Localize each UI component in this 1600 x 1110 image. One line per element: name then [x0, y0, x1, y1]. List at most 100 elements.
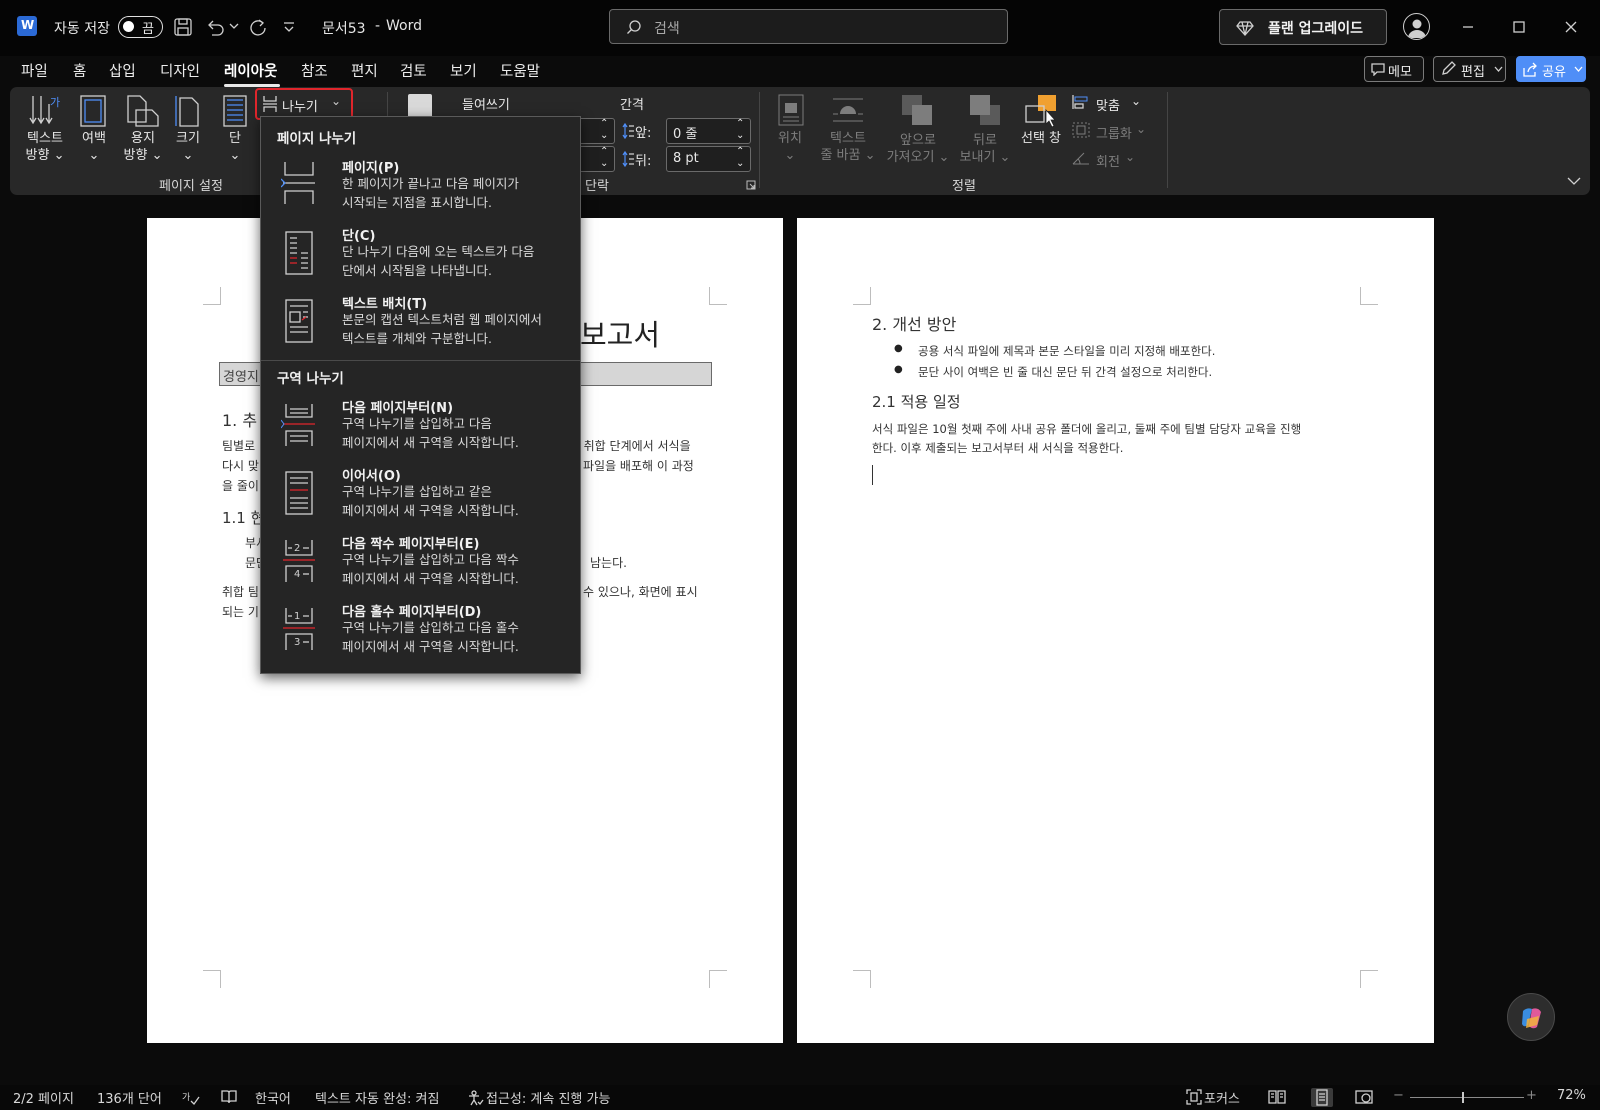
- columns-text: 단: [229, 131, 241, 146]
- document-page-2[interactable]: [797, 218, 1434, 1043]
- crop-mark: [1360, 970, 1378, 988]
- web-layout-icon[interactable]: [1355, 1089, 1373, 1105]
- text-direction-label[interactable]: 텍스트 방향 ⌄: [22, 130, 68, 164]
- zoom-out-button[interactable]: −: [1393, 1088, 1404, 1103]
- upgrade-plan-button[interactable]: 플랜 업그레이드: [1219, 9, 1387, 45]
- search-box[interactable]: 검색: [609, 9, 1008, 44]
- focus-label[interactable]: 포커스: [1204, 1088, 1240, 1107]
- collapse-ribbon-icon[interactable]: [1567, 176, 1581, 186]
- tab-home[interactable]: 홈: [73, 60, 86, 81]
- zoom-level[interactable]: 72%: [1557, 1088, 1586, 1103]
- share-button[interactable]: 공유: [1516, 56, 1586, 82]
- save-icon[interactable]: [173, 17, 193, 37]
- tab-review[interactable]: 검토: [400, 60, 427, 81]
- next-page-section-item[interactable]: 다음 페이지부터(N) 구역 나누기를 삽입하고 다음 페이지에서 새 구역을 시…: [261, 393, 580, 459]
- space-after-field[interactable]: 8 pt ⌃ ⌄: [666, 146, 751, 172]
- book-icon[interactable]: [221, 1089, 237, 1105]
- continuous-section-item[interactable]: 이어서(O) 구역 나누기를 삽입하고 같은 페이지에서 새 구역을 시작합니다.: [261, 461, 580, 527]
- tab-help[interactable]: 도움말: [500, 60, 540, 81]
- size-label[interactable]: 크기 ⌄: [170, 130, 206, 164]
- zoom-slider-thumb[interactable]: [1462, 1092, 1464, 1103]
- chevron-down-icon: [1494, 66, 1503, 73]
- even-page-section-item[interactable]: 24 다음 짝수 페이지부터(E) 구역 나누기를 삽입하고 다음 짝수 페이지에…: [261, 529, 580, 595]
- column-break-item[interactable]: 단(C) 단 나누기 다음에 오는 텍스트가 다음 단에서 시작됨을 나타냅니다.: [261, 221, 580, 287]
- text-wrapping-desc: 본문의 캡션 텍스트처럼 웹 페이지에서 텍스트를 개체와 구분합니다.: [342, 311, 542, 348]
- upgrade-label: 플랜 업그레이드: [1268, 21, 1364, 37]
- customize-toolbar-icon[interactable]: [282, 20, 296, 34]
- page-count[interactable]: 2/2 페이지: [13, 1088, 74, 1107]
- page-size-icon[interactable]: [174, 94, 202, 128]
- dialog-launcher-icon[interactable]: [746, 180, 756, 190]
- maximize-icon[interactable]: [1511, 19, 1527, 35]
- language-status[interactable]: 한국어: [255, 1088, 291, 1107]
- margins-chevron: ⌄: [88, 148, 100, 163]
- print-layout-icon[interactable]: [1311, 1088, 1333, 1107]
- proofing-icon[interactable]: 가: [182, 1089, 200, 1105]
- tab-mailings[interactable]: 편지: [351, 60, 378, 81]
- redo-icon[interactable]: [248, 17, 268, 37]
- accessibility-status[interactable]: 접근성: 계속 진행 가능: [486, 1088, 610, 1107]
- text-cursor: [872, 465, 873, 485]
- continuous-title: 이어서(O): [342, 469, 401, 484]
- page-breaks-header: 페이지 나누기: [277, 131, 357, 147]
- tab-layout[interactable]: 레이아웃: [224, 60, 277, 81]
- columns-icon[interactable]: [223, 94, 247, 128]
- copilot-button[interactable]: [1507, 993, 1555, 1041]
- zoom-in-button[interactable]: +: [1526, 1088, 1537, 1103]
- text-wrapping-break-item[interactable]: 텍스트 배치(T) 본문의 캡션 텍스트처럼 웹 페이지에서 텍스트를 개체와 구…: [261, 289, 580, 355]
- account-avatar[interactable]: [1403, 13, 1430, 40]
- odd-page-section-item[interactable]: 13 다음 홀수 페이지부터(D) 구역 나누기를 삽입하고 다음 홀수 페이지에…: [261, 597, 580, 663]
- body-line: 되는 기: [222, 605, 259, 619]
- text-prediction-status[interactable]: 텍스트 자동 완성: 켜짐: [315, 1088, 439, 1107]
- heading-2-1: 2.1 적용 일정: [872, 393, 961, 411]
- orientation-icon[interactable]: [126, 94, 160, 128]
- zoom-slider-track[interactable]: [1410, 1097, 1524, 1098]
- tab-design[interactable]: 디자인: [160, 60, 200, 81]
- menu-divider: [261, 360, 580, 361]
- odd-page-title: 다음 홀수 페이지부터(D): [342, 605, 482, 620]
- tab-view[interactable]: 보기: [450, 60, 477, 81]
- body-line: 수 있으나, 화면에 표시: [583, 585, 698, 599]
- memo-button[interactable]: 메모: [1364, 56, 1424, 82]
- minimize-icon[interactable]: [1460, 19, 1476, 35]
- tab-references[interactable]: 참조: [301, 60, 328, 81]
- indent-left-spinner[interactable]: ⌃ ⌄: [575, 118, 615, 144]
- body-line: 을 줄이: [222, 479, 259, 493]
- orientation-label[interactable]: 용지 방향 ⌄: [121, 130, 165, 164]
- indent-right-spinner[interactable]: ⌃ ⌄: [575, 146, 615, 172]
- undo-dropdown-icon[interactable]: [229, 22, 239, 30]
- crop-mark: [203, 970, 221, 988]
- chevron-down-icon[interactable]: ⌄: [1131, 94, 1141, 108]
- body-line: 한다. 이후 제출되는 보고서부터 새 서식을 적용한다.: [872, 441, 1124, 455]
- space-before-field[interactable]: 0 줄 ⌃ ⌄: [666, 118, 751, 144]
- undo-icon[interactable]: [205, 17, 225, 37]
- selection-pane-icon[interactable]: [1024, 94, 1058, 128]
- memo-label: 메모: [1388, 65, 1412, 80]
- autosave-toggle[interactable]: 끔: [118, 16, 163, 38]
- spin-arrows-icon: ⌃ ⌄: [736, 118, 745, 141]
- pencil-icon: [1440, 61, 1456, 77]
- svg-text:4: 4: [294, 569, 300, 580]
- list-item: 남는다.: [590, 556, 627, 570]
- close-icon[interactable]: [1563, 19, 1579, 35]
- tab-file[interactable]: 파일: [21, 60, 48, 81]
- margins-icon[interactable]: [79, 94, 107, 128]
- text-direction-icon[interactable]: 가: [28, 94, 62, 128]
- accessibility-icon[interactable]: [468, 1090, 484, 1106]
- text-wrapping-title: 텍스트 배치(T): [342, 297, 428, 312]
- tab-insert[interactable]: 삽입: [109, 60, 136, 81]
- align-label[interactable]: 맞춤: [1096, 95, 1120, 114]
- position-label: 위치 ⌄: [772, 130, 808, 164]
- read-mode-icon[interactable]: [1268, 1089, 1286, 1105]
- rotate-label: 회전: [1096, 155, 1120, 170]
- copilot-icon: [1519, 1005, 1545, 1031]
- focus-icon[interactable]: [1186, 1089, 1202, 1105]
- columns-label[interactable]: 단 ⌄: [221, 130, 249, 164]
- chevron-down-icon: ⌄: [331, 94, 342, 108]
- margins-label[interactable]: 여백 ⌄: [74, 130, 114, 164]
- page-break-item[interactable]: 페이지(P) 한 페이지가 끝나고 다음 페이지가 시작되는 지점을 표시합니다.: [261, 153, 580, 219]
- svg-text:3: 3: [294, 637, 300, 648]
- selection-pane-label[interactable]: 선택 창: [1018, 130, 1064, 147]
- word-count[interactable]: 136개 단어: [97, 1088, 162, 1107]
- editing-mode-button[interactable]: 편집: [1433, 56, 1506, 82]
